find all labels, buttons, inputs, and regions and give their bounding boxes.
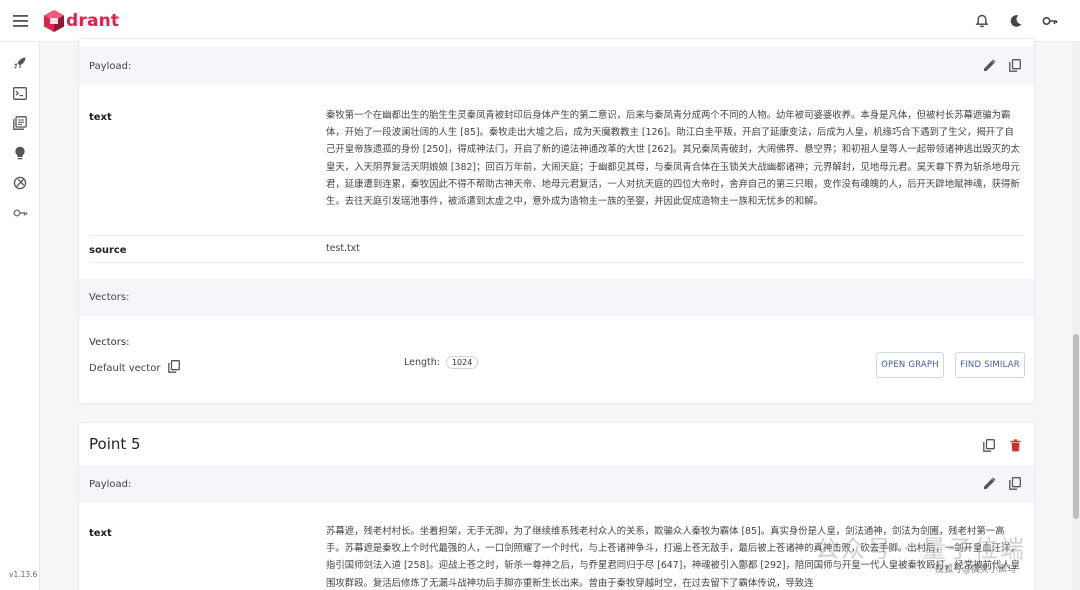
vector-length: Length: 1024 [404, 356, 479, 369]
bell-icon[interactable] [974, 13, 990, 29]
vector-row-name: Default vector [89, 360, 181, 376]
copy-icon[interactable] [168, 360, 181, 376]
payload-value-text: 苏幕遮，残老村村长。坐着担架，无手无脚，为了继续维系残老村众人的关系，欺骗众人秦… [326, 526, 1020, 589]
find-similar-button[interactable]: FIND SIMILAR [955, 352, 1025, 378]
edit-icon[interactable] [982, 476, 996, 490]
vector-name: Default vector [89, 362, 161, 374]
vectors-header-label: Vectors: [89, 292, 130, 303]
version-label: v1.13.6 [9, 570, 38, 579]
plugin-icon[interactable] [12, 175, 28, 191]
page-scrollbar[interactable] [1072, 42, 1080, 590]
scrollbar-thumb[interactable] [1073, 334, 1079, 519]
payload-key-text: text [89, 112, 112, 123]
payload-actions [982, 476, 1022, 490]
point-card: Payload: text 秦牧第一个在幽都出生的胎生生灵秦凤青被封印后身体产生… [78, 38, 1035, 404]
point-actions [982, 438, 1022, 452]
payload-label: Payload: [89, 478, 132, 490]
payload-value-text: 秦牧第一个在幽都出生的胎生生灵秦凤青被封印后身体产生的第二意识，后来与秦凤青分成… [326, 110, 1020, 208]
sidebar: v1.13.6 [0, 42, 40, 590]
terminal-icon[interactable] [12, 85, 28, 101]
top-actions [974, 0, 1058, 42]
delete-icon[interactable] [1008, 438, 1022, 452]
vectors-title: Vectors: [89, 337, 130, 348]
key-icon[interactable] [12, 205, 28, 221]
payload-actions [982, 58, 1022, 72]
top-app-bar: drant [0, 0, 1080, 42]
payload-key-source: source [89, 245, 127, 256]
bulb-icon[interactable] [12, 145, 28, 161]
point-card-5: Point 5 Payload: text 苏幕遮，残老村村长。坐着担架，无手无… [78, 422, 1035, 590]
copy-icon[interactable] [1008, 476, 1022, 490]
length-label: Length: [404, 357, 440, 368]
points-list: Payload: text 秦牧第一个在幽都出生的胎生生灵秦凤青被封印后身体产生… [78, 38, 1035, 590]
qdrant-logo-icon [44, 9, 64, 32]
key-icon[interactable] [1042, 13, 1058, 29]
copy-icon[interactable] [1008, 58, 1022, 72]
copy-icon[interactable] [982, 438, 996, 452]
point-title: Point 5 [89, 435, 141, 453]
row-divider [89, 235, 1024, 236]
menu-icon[interactable] [0, 0, 40, 42]
length-chip: 1024 [445, 356, 479, 369]
row-divider [89, 262, 1024, 263]
payload-value-source: test.txt [326, 243, 360, 254]
edit-icon[interactable] [982, 58, 996, 72]
payload-header: Payload: [79, 465, 1034, 503]
payload-label: Payload: [89, 60, 132, 72]
collections-icon[interactable] [12, 115, 28, 131]
payload-header: Payload: [79, 47, 1034, 85]
vectors-header: Vectors: [79, 279, 1034, 316]
rocket-icon[interactable] [12, 55, 28, 71]
open-graph-button[interactable]: OPEN GRAPH [876, 352, 944, 378]
qdrant-logo[interactable]: drant [43, 9, 119, 33]
moon-icon[interactable] [1008, 13, 1024, 29]
logo-text: drant [66, 10, 120, 31]
payload-key-text: text [89, 528, 112, 539]
